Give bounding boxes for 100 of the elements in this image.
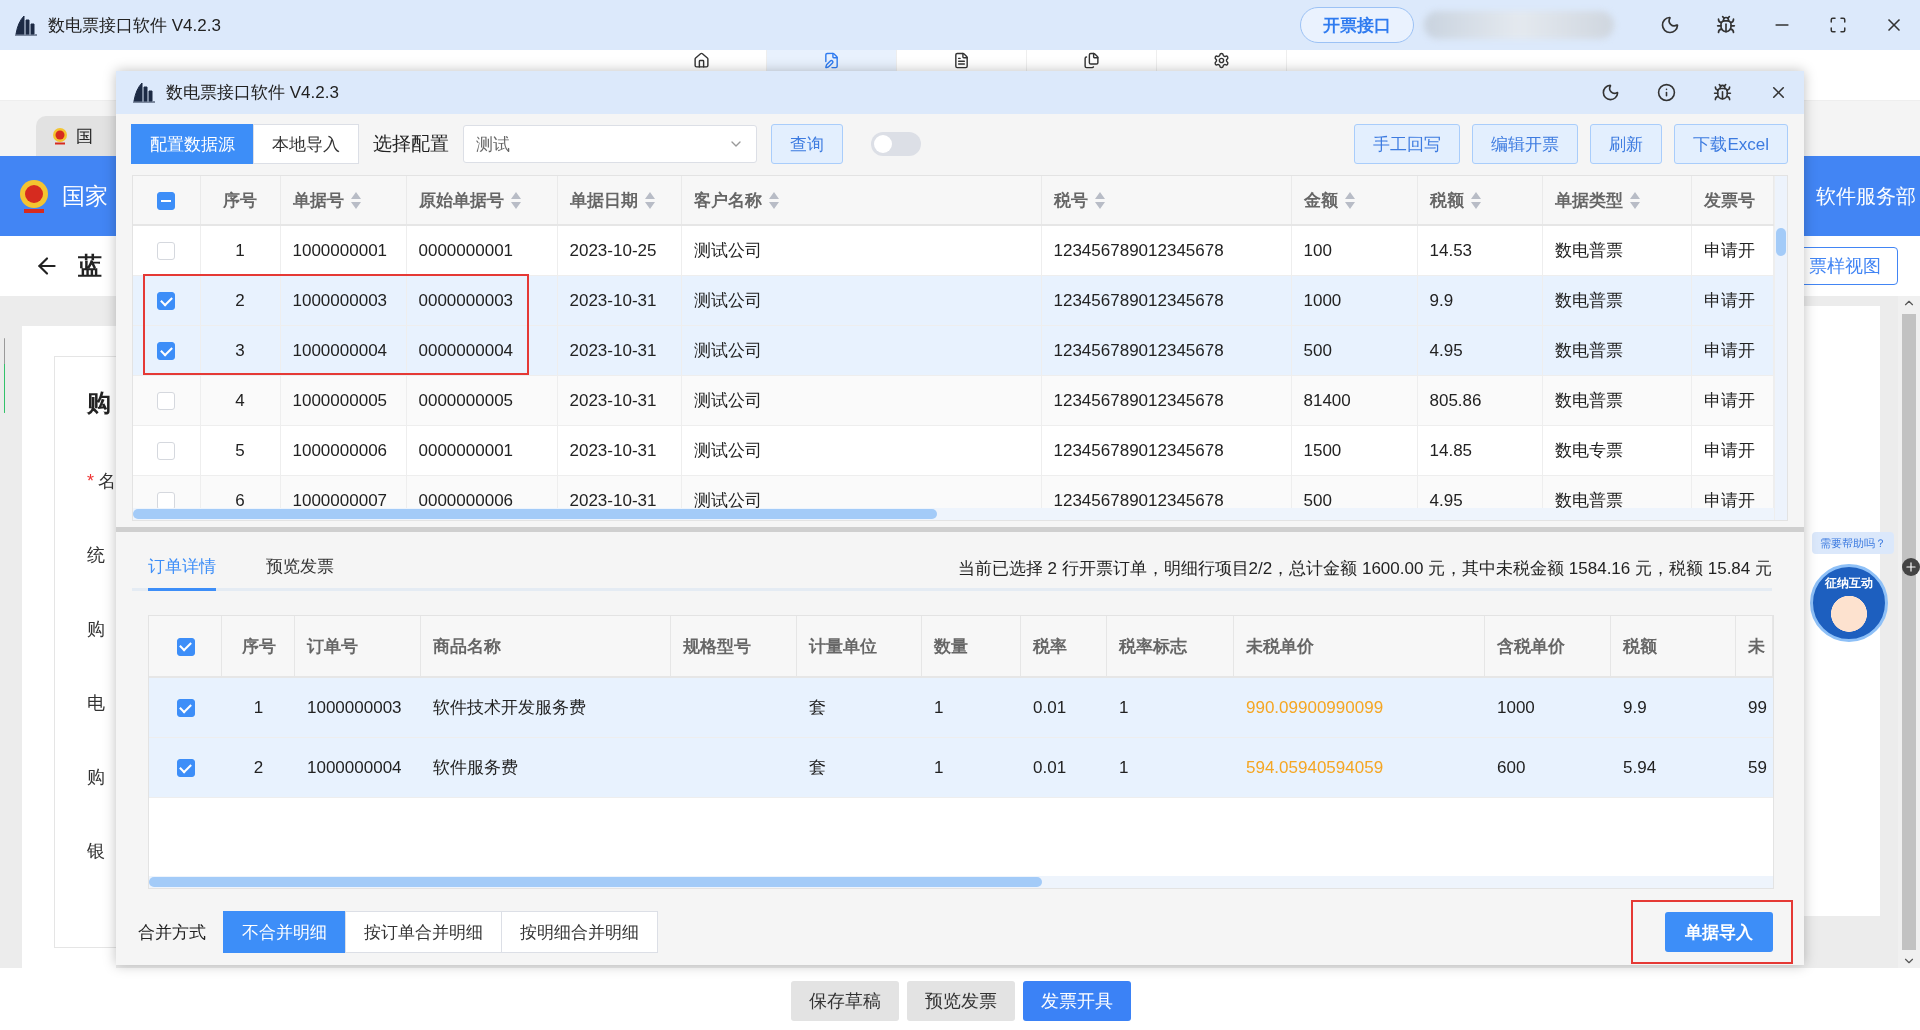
action-button[interactable]: 手工回写	[1354, 124, 1461, 165]
toggle-switch[interactable]	[871, 132, 921, 157]
form-label: 购	[87, 766, 106, 789]
table-cell: 14.85	[1417, 425, 1542, 476]
footer-button[interactable]: 保存草稿	[791, 980, 899, 1021]
table-cell: 9.9	[1417, 275, 1542, 326]
checkbox[interactable]	[176, 759, 195, 777]
table-cell: 59	[1736, 737, 1773, 798]
column-header: 计量单位	[809, 636, 877, 656]
table-cell: 1000000003	[295, 677, 421, 738]
checkbox[interactable]	[157, 292, 176, 311]
table-cell: 测试公司	[681, 375, 1041, 426]
column-header: 未	[1748, 636, 1765, 656]
checkbox[interactable]	[176, 699, 195, 717]
action-button[interactable]: 下载Excel	[1674, 124, 1788, 165]
footer-button[interactable]: 预览发票	[907, 980, 1015, 1021]
column-header: 序号	[223, 190, 257, 210]
table-row[interactable]: 2 1000000003 0000000003 2023-10-31 测试公司 123456789012345678 1000 9.9 数电普票 申请开	[133, 275, 1774, 326]
table-cell: 数电专票	[1542, 425, 1691, 476]
table-row[interactable]: 5 1000000006 0000000001 2023-10-31 测试公司 123456789012345678 1500 14.85 数电专票 申请开	[133, 425, 1774, 476]
checkbox[interactable]	[176, 637, 195, 656]
table-cell: 申请开	[1691, 325, 1774, 376]
column-header: 未税单价	[1246, 636, 1314, 656]
table-cell: 数电普票	[1542, 325, 1691, 376]
table-cell: 2023-10-31	[557, 325, 681, 376]
table-cell: 2023-10-31	[557, 275, 681, 326]
query-button[interactable]: 查询	[771, 124, 843, 165]
horizontal-scrollbar[interactable]	[133, 508, 1774, 521]
table-row[interactable]: 3 1000000004 0000000004 2023-10-31 测试公司 123456789012345678 500 4.95 数电普票 申请开	[133, 325, 1774, 376]
table-cell: 2023-10-31	[557, 425, 681, 476]
table-cell: 1000000006	[280, 425, 406, 476]
column-header: 税额	[1429, 190, 1464, 210]
api-button[interactable]: 开票接口	[1300, 7, 1414, 43]
table-cell: 测试公司	[681, 275, 1041, 326]
form-label: 银	[87, 840, 106, 863]
table-cell: 123456789012345678	[1041, 425, 1291, 476]
scrollbar[interactable]	[1898, 296, 1920, 968]
logo-icon	[14, 14, 38, 36]
table-row[interactable]: 1 1000000001 0000000001 2023-10-25 测试公司 123456789012345678 100 14.53 数电普票 申请开	[133, 226, 1774, 276]
config-select[interactable]: 测试	[463, 125, 757, 164]
column-header: 单据号	[292, 190, 344, 210]
table-cell: 0.01	[1021, 677, 1107, 738]
table-cell: 2023-10-25	[557, 226, 681, 276]
column-header: 订单号	[307, 636, 358, 656]
column-header: 规格型号	[683, 636, 751, 656]
table-cell: 1000	[1291, 275, 1417, 326]
table-cell: 套	[797, 737, 922, 798]
table-cell: 2	[200, 275, 280, 326]
table-cell: 81400	[1291, 375, 1417, 426]
table-cell: 5.94	[1611, 737, 1736, 798]
table-cell: 数电普票	[1542, 275, 1691, 326]
table-cell: 0000000004	[406, 325, 557, 376]
nav-icon	[693, 52, 710, 69]
table-row[interactable]: 2 1000000004 软件服务费 套 1 0.01 1 594.05940594059 600 5.94 59	[149, 737, 1773, 798]
table-cell: 5	[200, 425, 280, 476]
table-cell: 4.95	[1417, 325, 1542, 376]
table-cell: 申请开	[1691, 375, 1774, 426]
table-row[interactable]: 6 1000000007 0000000006 2023-10-31 测试公司 123456789012345678 500 4.95 数电普票 申请开	[133, 475, 1774, 509]
table-cell: 1500	[1291, 425, 1417, 476]
form-label: 电	[87, 692, 106, 715]
table-cell: 123456789012345678	[1041, 275, 1291, 326]
action-button[interactable]: 刷新	[1590, 124, 1663, 165]
table-cell: 1000000004	[295, 737, 421, 798]
table-cell: 2023-10-31	[557, 375, 681, 426]
source-tab[interactable]: 本地导入	[253, 124, 359, 165]
table-cell: 123456789012345678	[1041, 226, 1291, 276]
table-cell: 805.86	[1417, 375, 1542, 426]
column-header: 原始单据号	[418, 190, 504, 210]
page-title: 蓝	[78, 251, 102, 281]
footer-button[interactable]: 发票开具	[1023, 980, 1131, 1021]
table-row[interactable]: 4 1000000005 0000000005 2023-10-31 测试公司 123456789012345678 81400 805.86 数电普票 申请开	[133, 375, 1774, 426]
table-cell: 594.05940594059	[1234, 737, 1485, 798]
action-button[interactable]: 编辑开票	[1472, 124, 1579, 165]
table-cell: 1	[922, 677, 1021, 738]
checkbox[interactable]	[157, 191, 176, 210]
table-cell: 99	[1736, 677, 1773, 738]
merge-option[interactable]: 按订单合并明细	[345, 911, 502, 953]
form-heading: 购	[87, 388, 112, 418]
dialog-title: 数电票接口软件 V4.2.3	[166, 81, 339, 104]
vertical-scrollbar[interactable]	[1774, 176, 1787, 521]
detail-tab[interactable]: 预览发票	[266, 555, 334, 591]
horizontal-scrollbar[interactable]	[149, 876, 1773, 888]
merge-option[interactable]: 按明细合并明细	[501, 911, 658, 953]
column-header: 金额	[1303, 190, 1338, 210]
help-bubble[interactable]: 需要帮助吗？	[1812, 532, 1894, 554]
table-cell: 123456789012345678	[1041, 325, 1291, 376]
form-label: 统	[87, 544, 106, 567]
table-cell: 9.9	[1611, 677, 1736, 738]
table-cell: 0.01	[1021, 737, 1107, 798]
column-header: 数量	[934, 636, 968, 656]
table-row[interactable]: 1 1000000003 软件技术开发服务费 套 1 0.01 1 990.09900990099 1000 9.9 99	[149, 677, 1773, 738]
config-label: 选择配置	[373, 132, 449, 157]
checkbox[interactable]	[157, 342, 176, 361]
column-header: 商品名称	[433, 636, 501, 656]
table-cell: 数电普票	[1542, 375, 1691, 426]
column-header: 税号	[1053, 190, 1088, 210]
form-label: 购	[87, 618, 106, 641]
table-cell: 0000000001	[406, 226, 557, 276]
merge-label: 合并方式	[138, 921, 206, 944]
table-cell: 申请开	[1691, 425, 1774, 476]
